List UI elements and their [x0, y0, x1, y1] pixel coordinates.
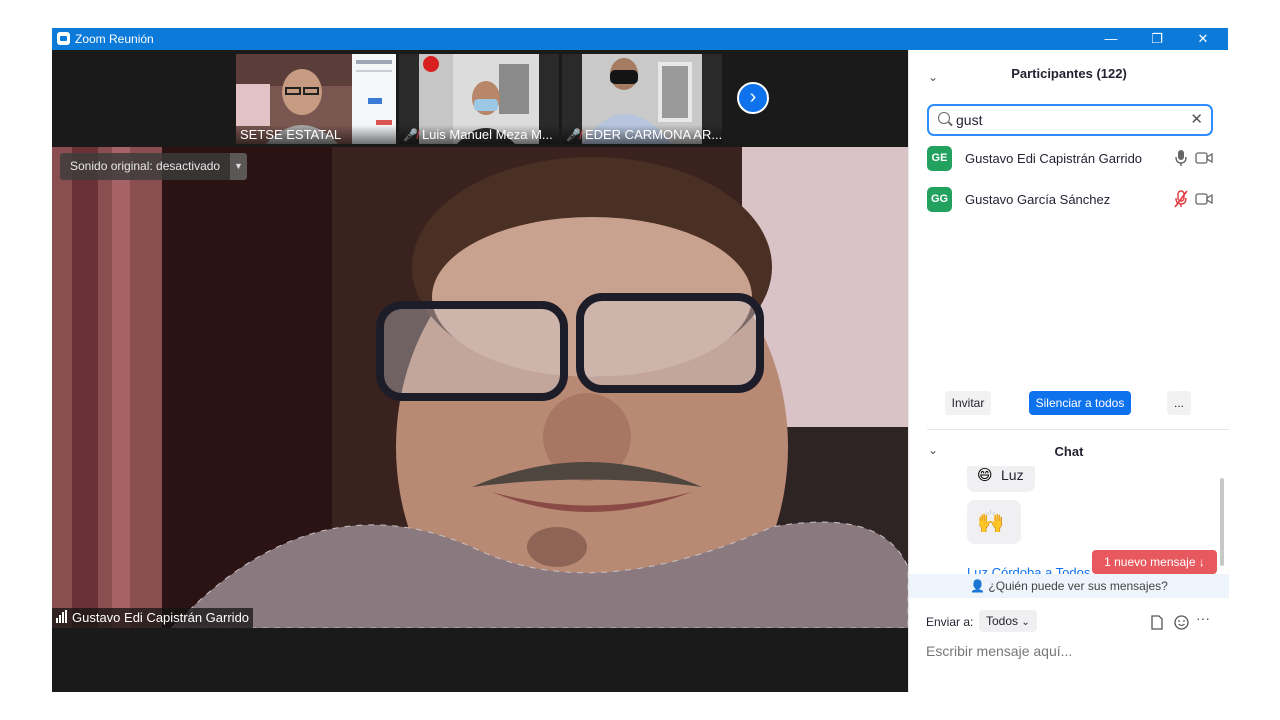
- speaker-video-feed: [52, 147, 908, 628]
- active-speaker-video: Sonido original: desactivado ▼ Gustavo E…: [52, 147, 908, 628]
- side-panel: ⌄ Participantes (122) ✕ GE Gustavo Edi C…: [908, 50, 1229, 692]
- send-to-select[interactable]: Todos ⌄: [979, 610, 1037, 632]
- more-chat-options-icon[interactable]: ···: [1196, 610, 1210, 626]
- avatar: GG: [927, 187, 952, 212]
- more-options-button[interactable]: ...: [1167, 391, 1191, 415]
- arrow-down-icon: ↓: [1198, 555, 1205, 569]
- window-title: Zoom Reunión: [75, 32, 154, 46]
- search-icon: [938, 112, 950, 124]
- signal-strength-icon: [56, 608, 68, 628]
- chat-message: 😄 Luz: [967, 466, 1035, 492]
- zoom-window: Zoom Reunión — ❐ ✕ SETSE ESTATAL 🎤̸ Luis…: [52, 28, 1229, 692]
- video-thumbnail-eder[interactable]: 🎤̸ EDER CARMONA AR...: [562, 54, 722, 144]
- original-sound-toggle[interactable]: Sonido original: desactivado: [60, 153, 231, 180]
- send-to-label: Enviar a:: [926, 615, 974, 629]
- chat-message: 🙌: [967, 500, 1021, 544]
- mic-muted-icon: 🎤̸: [566, 128, 581, 142]
- title-bar: Zoom Reunión — ❐ ✕: [52, 28, 1228, 50]
- new-message-badge[interactable]: 1 nuevo mensaje ↓: [1092, 550, 1217, 574]
- caret-down-icon: ▼: [234, 161, 243, 171]
- mute-all-button[interactable]: Silenciar a todos: [1029, 391, 1131, 415]
- video-area: SETSE ESTATAL 🎤̸ Luis Manuel Meza M... 🎤…: [52, 50, 908, 692]
- video-thumbnail-luis[interactable]: 🎤̸ Luis Manuel Meza M...: [399, 54, 559, 144]
- participant-row[interactable]: GE Gustavo Edi Capistrán Garrido: [927, 146, 1227, 174]
- chat-message-input[interactable]: Escribir mensaje aquí...: [926, 643, 1216, 659]
- invite-button[interactable]: Invitar: [945, 391, 991, 415]
- chevron-right-icon: ›: [749, 86, 757, 108]
- close-window-button[interactable]: ✕: [1180, 28, 1226, 50]
- file-icon[interactable]: [1151, 615, 1163, 630]
- grinning-face-emoji: 😄: [977, 467, 993, 484]
- participant-search-input[interactable]: [956, 110, 1186, 130]
- emoji-icon[interactable]: [1174, 615, 1189, 630]
- chat-message-text: Luz: [1001, 467, 1024, 483]
- participant-name: Gustavo Edi Capistrán Garrido: [965, 151, 1143, 166]
- minimize-button[interactable]: —: [1088, 28, 1134, 50]
- video-thumbnail-setse[interactable]: SETSE ESTATAL: [236, 54, 396, 144]
- microphone-icon[interactable]: [1173, 149, 1189, 167]
- zoom-app-icon: [57, 32, 70, 45]
- mic-muted-icon: 🎤̸: [403, 128, 418, 142]
- thumbnail-name: SETSE ESTATAL: [236, 125, 396, 144]
- thumbnail-name: 🎤̸ EDER CARMONA AR...: [562, 125, 722, 144]
- microphone-muted-icon[interactable]: [1173, 190, 1189, 208]
- participant-search[interactable]: ✕: [927, 104, 1213, 136]
- chat-sender-label: Luz Córdoba a Todos: [967, 565, 1091, 574]
- participants-title: Participantes (122): [1011, 66, 1127, 81]
- speaker-name-label: Gustavo Edi Capistrán Garrido: [52, 608, 254, 628]
- clear-search-icon[interactable]: ✕: [1190, 110, 1203, 128]
- thumbnail-strip: SETSE ESTATAL 🎤̸ Luis Manuel Meza M... 🎤…: [52, 50, 908, 147]
- thumbnail-name: 🎤̸ Luis Manuel Meza M...: [399, 125, 559, 144]
- chat-title: Chat: [1054, 444, 1084, 459]
- chevron-down-icon: ⌄: [1021, 617, 1030, 628]
- person-info-icon: 👤: [970, 579, 986, 593]
- participant-name: Gustavo García Sánchez: [965, 192, 1111, 207]
- video-camera-icon[interactable]: [1195, 151, 1213, 165]
- next-page-button[interactable]: ›: [737, 82, 769, 114]
- panel-divider: [927, 429, 1229, 430]
- participant-row[interactable]: GG Gustavo García Sánchez: [927, 187, 1227, 215]
- avatar: GE: [927, 146, 952, 171]
- message-visibility-link[interactable]: 👤 ¿Quién puede ver sus mensajes?: [909, 574, 1229, 598]
- raising-hands-emoji: 🙌: [977, 509, 1005, 534]
- video-camera-icon[interactable]: [1195, 192, 1213, 206]
- restore-button[interactable]: ❐: [1134, 28, 1180, 50]
- chat-scrollbar[interactable]: [1220, 478, 1224, 566]
- sound-options-dropdown[interactable]: ▼: [230, 153, 247, 180]
